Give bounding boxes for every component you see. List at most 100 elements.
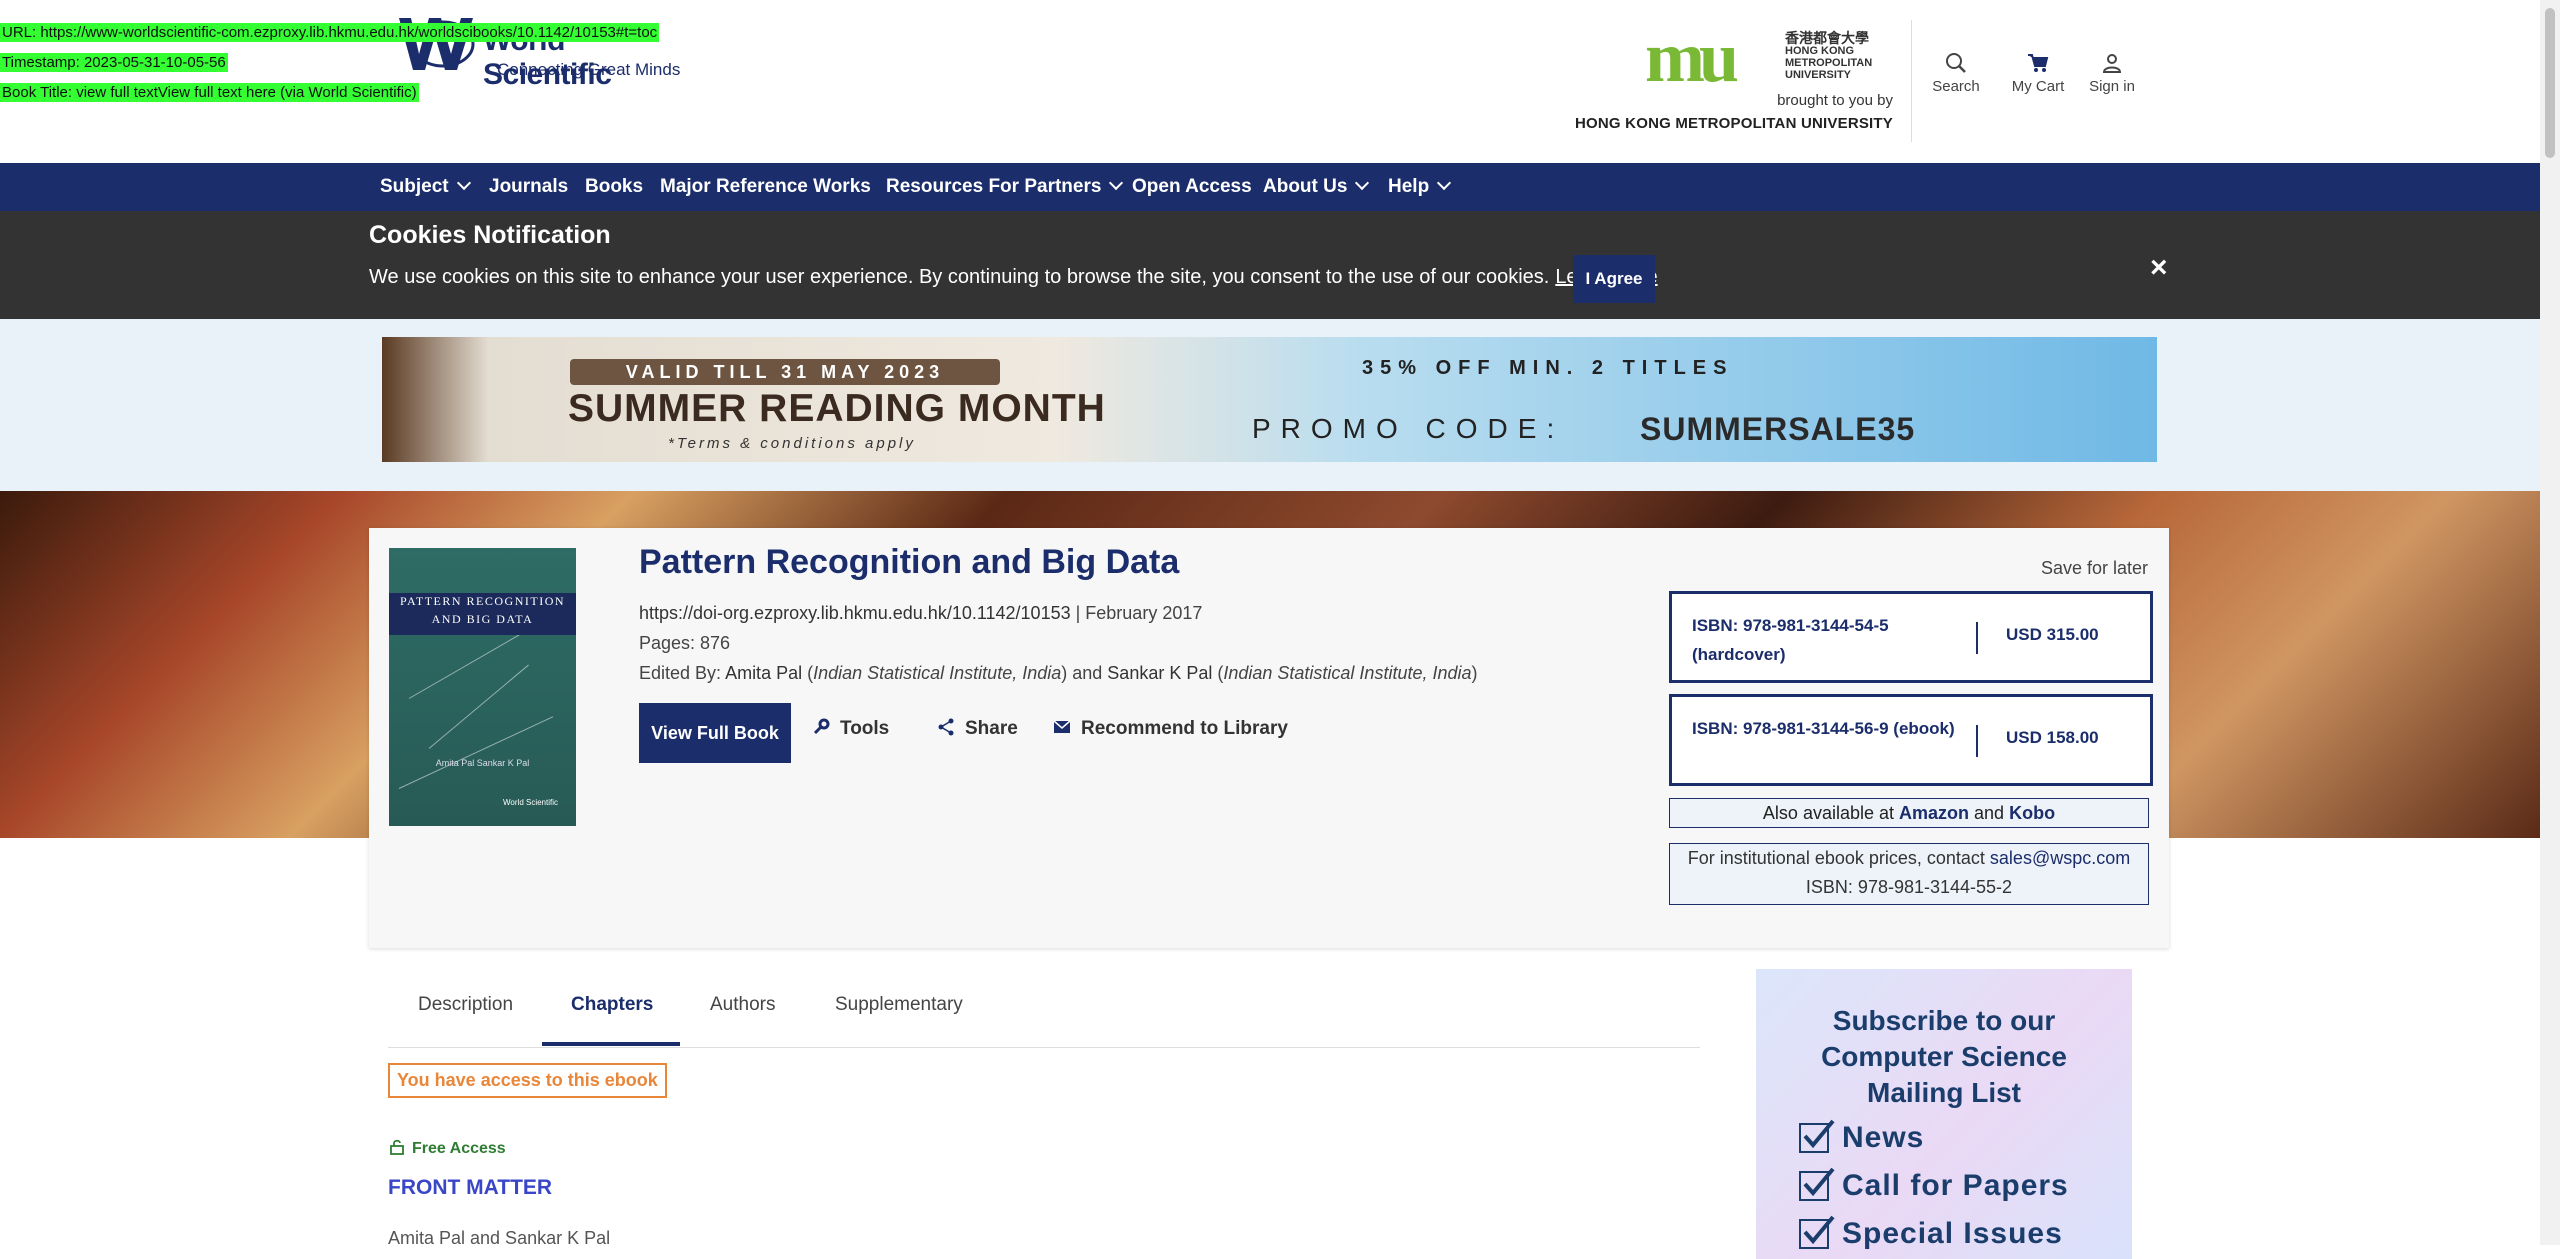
overlay-timestamp: Timestamp: 2023-05-31-10-05-56 — [0, 53, 228, 72]
price-option-hardcover[interactable]: ISBN: 978-981-3144-54-5 (hardcover) USD … — [1669, 591, 2153, 683]
university-logo-mark: mu — [1645, 17, 1739, 97]
access-badge: You have access to this ebook — [388, 1063, 667, 1098]
active-tab-indicator — [542, 1042, 680, 1046]
editor-affiliation: Indian Statistical Institute, India — [1223, 663, 1472, 683]
nav-subject-label: Subject — [380, 176, 449, 197]
institutional-text: For institutional ebook prices, contact — [1687, 848, 1990, 868]
nav-open-access[interactable]: Open Access — [1132, 163, 1252, 211]
nav-help[interactable]: Help — [1388, 163, 1452, 211]
also-available-text: Also available at — [1762, 803, 1900, 823]
close-icon[interactable]: × — [2150, 251, 2168, 285]
promo-terms: *Terms & conditions apply — [668, 435, 916, 452]
share-button[interactable]: Share — [937, 718, 1018, 740]
ad-heading-line2: Computer Science — [1821, 1041, 2067, 1072]
tab-description[interactable]: Description — [418, 994, 513, 1016]
scrollbar-thumb[interactable] — [2545, 8, 2555, 158]
ebook-isbn: ISBN: 978-981-3144-56-9 (ebook) — [1692, 719, 1955, 738]
logo-tagline: Connecting Great Minds — [497, 60, 681, 79]
ad-heading-line3: Mailing List — [1867, 1077, 2021, 1108]
cover-decoration — [398, 716, 554, 789]
promo-headline: SUMMER READING MONTH — [568, 387, 1106, 430]
nav-journals[interactable]: Journals — [489, 163, 568, 211]
tools-label: Tools — [840, 718, 890, 739]
view-full-book-button[interactable]: View Full Book — [639, 703, 791, 763]
nav-subject[interactable]: Subject — [380, 163, 471, 211]
nav-about-label: About Us — [1263, 176, 1348, 197]
book-title: Pattern Recognition and Big Data — [639, 543, 1180, 581]
promo-valid: VALID TILL 31 MAY 2023 — [570, 359, 1000, 385]
world-scientific-logo-mark-icon — [399, 18, 475, 70]
save-for-later-link[interactable]: Save for later — [2041, 558, 2148, 579]
cart-label: My Cart — [2011, 78, 2065, 95]
doi-link[interactable]: https://doi-org.ezproxy.lib.hkmu.edu.hk/… — [639, 603, 1071, 623]
recommend-to-library-button[interactable]: Recommend to Library — [1053, 718, 1288, 740]
front-matter-link[interactable]: FRONT MATTER — [388, 1176, 552, 1200]
kobo-link[interactable]: Kobo — [2009, 803, 2055, 823]
price-divider — [1976, 725, 1978, 757]
nav-major-reference-works[interactable]: Major Reference Works — [660, 163, 871, 211]
mailing-list-ad[interactable]: Subscribe to our Computer Science Mailin… — [1756, 969, 2132, 1259]
ad-item: Special Issues — [1842, 1217, 2063, 1250]
promo-code-label: PROMO CODE: — [1252, 413, 1565, 444]
amazon-link[interactable]: Amazon — [1899, 803, 1969, 823]
overlay-book-title: Book Title: view full textView full text… — [0, 83, 419, 102]
nav-about-us[interactable]: About Us — [1263, 163, 1370, 211]
tab-chapters[interactable]: Chapters — [571, 994, 653, 1016]
nav-books[interactable]: Books — [585, 163, 643, 211]
editor-affiliation: Indian Statistical Institute, India — [813, 663, 1062, 683]
kobo-label: Kobo — [2009, 803, 2056, 823]
editor-link[interactable]: Sankar K Pal — [1107, 663, 1212, 683]
nav-resources-for-partners[interactable]: Resources For Partners — [886, 163, 1124, 211]
institutional-pricing: For institutional ebook prices, contact … — [1669, 843, 2149, 905]
i-agree-button[interactable]: I Agree — [1573, 255, 1655, 303]
free-access-label: Free Access — [390, 1139, 506, 1158]
header-divider — [1911, 20, 1912, 142]
editors-and: and — [1067, 663, 1108, 683]
free-access-text: Free Access — [412, 1140, 506, 1157]
ad-heading: Subscribe to our Computer Science Mailin… — [1756, 1003, 2132, 1111]
editor-link[interactable]: Amita Pal — [725, 663, 802, 683]
cookies-message-text: We use cookies on this site to enhance y… — [369, 266, 1550, 288]
cover-authors: Amita Pal Sankar K Pal — [435, 758, 530, 768]
nav-resources-label: Resources For Partners — [886, 176, 1102, 197]
sign-in-button[interactable]: Sign in — [2086, 52, 2138, 95]
book-pages: Pages: 876 — [639, 633, 731, 653]
chevron-down-icon — [456, 175, 471, 191]
hardcover-price: USD 315.00 — [2006, 625, 2099, 644]
user-icon — [2102, 54, 2122, 73]
cover-publisher: World Scientific — [503, 798, 558, 807]
sign-in-label: Sign in — [2089, 78, 2135, 95]
available-and: and — [1969, 803, 2010, 823]
world-scientific-logo[interactable]: World Scientific Connecting Great Minds — [397, 10, 697, 91]
price-divider — [1976, 622, 1978, 654]
ad-item: News — [1842, 1121, 1925, 1154]
search-label: Search — [1932, 78, 1980, 95]
page-scrollbar[interactable] — [2540, 0, 2560, 1245]
price-option-ebook[interactable]: ISBN: 978-981-3144-56-9 (ebook) USD 158.… — [1669, 694, 2153, 786]
book-doi-line: https://doi-org.ezproxy.lib.hkmu.edu.hk/… — [639, 603, 1202, 624]
amazon-label: Amazon — [1899, 803, 1970, 823]
promo-offer: 35% OFF MIN. 2 TITLES — [1362, 357, 1734, 379]
promo-banner[interactable]: VALID TILL 31 MAY 2023 SUMMER READING MO… — [382, 337, 2157, 462]
cart-button[interactable]: My Cart — [2008, 52, 2068, 95]
chevron-down-icon — [1437, 175, 1452, 191]
unlock-icon — [390, 1139, 404, 1155]
edited-by-label: Edited By: — [639, 663, 726, 683]
sales-email-link[interactable]: sales@wspc.com — [1990, 848, 2130, 868]
book-tabs: Description Chapters Authors Supplementa… — [388, 972, 1700, 1048]
university-logo: mu 香港都會大學 HONG KONG METROPOLITAN UNIVERS… — [1645, 17, 1895, 97]
cover-title-line2: AND BIG DATA — [431, 612, 534, 626]
search-icon — [1946, 53, 1966, 73]
cover-title-line1: PATTERN RECOGNITION — [399, 594, 566, 608]
tab-authors[interactable]: Authors — [710, 994, 775, 1016]
ad-heading-line1: Subscribe to our — [1832, 1005, 2056, 1036]
envelope-icon — [1053, 720, 1071, 733]
tab-supplementary[interactable]: Supplementary — [835, 994, 963, 1016]
university-logo-english: HONG KONG METROPOLITAN UNIVERSITY — [1785, 45, 1873, 81]
publication-date: | February 2017 — [1070, 603, 1203, 623]
wrench-icon — [813, 718, 830, 735]
chapter-authors: Amita Pal and Sankar K Pal — [388, 1228, 611, 1248]
book-editors: Edited By: Amita Pal (Indian Statistical… — [639, 663, 1478, 683]
search-button[interactable]: Search — [1929, 52, 1983, 95]
tools-button[interactable]: Tools — [812, 718, 889, 740]
